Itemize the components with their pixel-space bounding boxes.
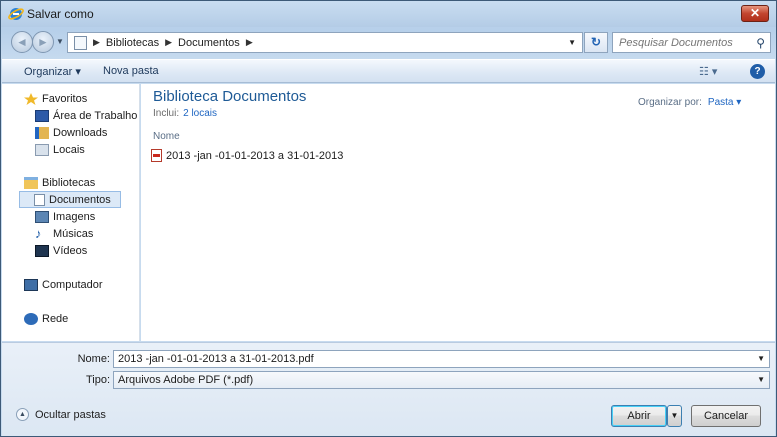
title-bar: Salvar como ✕	[1, 1, 776, 27]
address-dropdown-icon[interactable]: ▼	[568, 38, 576, 47]
search-input[interactable]	[617, 33, 747, 52]
places-icon	[35, 143, 49, 156]
column-header-name[interactable]: Nome	[153, 131, 180, 142]
file-type-value: Arquivos Adobe PDF (*.pdf)	[118, 374, 254, 386]
sidebar-item-music[interactable]: ♪ Músicas	[35, 225, 139, 242]
window-title: Salvar como	[27, 7, 94, 21]
navigation-bar: ◄ ► ▼ ▶ Bibliotecas ▶ Documentos ▶ ▼ ↻ ⚲	[1, 29, 776, 55]
sidebar-item-desktop[interactable]: Área de Trabalho	[35, 107, 139, 124]
refresh-button[interactable]: ↻	[584, 32, 608, 53]
file-name-value: 2013 -jan -01-01-2013 a 31-01-2013.pdf	[118, 353, 314, 365]
internet-explorer-icon	[8, 8, 24, 20]
desktop-icon	[35, 109, 49, 122]
file-name-label: Nome:	[77, 353, 110, 365]
address-bar[interactable]: ▶ Bibliotecas ▶ Documentos ▶ ▼	[67, 32, 583, 53]
sidebar-item-computer[interactable]: Computador	[24, 276, 139, 293]
includes-label: Inclui:	[153, 108, 180, 119]
sidebar-label: Computador	[42, 278, 103, 291]
breadcrumb-separator-icon[interactable]: ▶	[246, 37, 253, 48]
sidebar-label: Rede	[42, 312, 69, 325]
sidebar-item-network[interactable]: Rede	[24, 310, 139, 327]
recent-pages-chevron-icon[interactable]: ▼	[56, 37, 64, 46]
downloads-folder-icon	[35, 126, 49, 139]
navigation-pane: Favoritos Área de Trabalho Downloads Loc…	[2, 84, 140, 341]
sidebar-item-downloads[interactable]: Downloads	[35, 124, 139, 141]
sidebar-item-places[interactable]: Locais	[35, 141, 139, 158]
document-library-icon	[34, 193, 45, 206]
sidebar-label: Músicas	[53, 227, 94, 240]
file-type-select[interactable]: Arquivos Adobe PDF (*.pdf) ▼	[113, 371, 770, 389]
sidebar-item-videos[interactable]: Vídeos	[35, 242, 139, 259]
music-note-icon: ♪	[35, 225, 42, 241]
file-type-label: Tipo:	[85, 374, 110, 386]
sidebar-label: Imagens	[53, 210, 96, 223]
open-options-dropdown-button[interactable]: ▼	[667, 405, 682, 427]
file-name-field[interactable]: 2013 -jan -01-01-2013 a 31-01-2013.pdf ▼	[113, 350, 770, 368]
file-list-pane: Biblioteca Documentos Inclui: 2 locais Or…	[141, 84, 775, 341]
network-icon	[24, 312, 38, 325]
file-name: 2013 -jan -01-01-2013 a 31-01-2013	[166, 149, 344, 162]
library-includes: Inclui: 2 locais	[153, 108, 217, 119]
sidebar-label: Vídeos	[53, 244, 88, 257]
image-library-icon	[35, 210, 49, 223]
document-icon	[74, 35, 87, 50]
help-icon[interactable]: ?	[750, 64, 765, 79]
search-icon[interactable]: ⚲	[756, 36, 765, 50]
sidebar-label: Downloads	[53, 126, 108, 139]
star-icon	[24, 92, 38, 105]
back-button[interactable]: ◄	[11, 31, 33, 53]
sidebar-label: Bibliotecas	[42, 176, 96, 189]
chevron-up-icon: ▲	[16, 408, 29, 421]
libraries-folder-icon	[24, 176, 38, 189]
breadcrumb-documents[interactable]: Documentos	[178, 37, 240, 49]
sidebar-item-libraries[interactable]: Bibliotecas	[24, 174, 139, 191]
computer-icon	[24, 278, 38, 291]
file-name-dropdown-icon[interactable]: ▼	[757, 351, 765, 367]
breadcrumb-separator-icon[interactable]: ▶	[93, 37, 100, 48]
command-bar: Organizar ▾ Nova pasta ☷ ▾ ?	[2, 59, 775, 83]
sidebar-item-images[interactable]: Imagens	[35, 208, 139, 225]
hide-folders-toggle[interactable]: ▲ Ocultar pastas	[16, 408, 106, 421]
sidebar-label: Documentos	[49, 193, 111, 206]
forward-button[interactable]: ►	[32, 31, 54, 53]
library-title: Biblioteca Documentos	[153, 88, 307, 105]
change-view-button[interactable]: ☷ ▾	[699, 65, 717, 78]
save-options-panel: Nome: 2013 -jan -01-01-2013 a 31-01-2013…	[2, 342, 775, 436]
organize-menu-button[interactable]: Organizar ▾	[24, 65, 81, 78]
arrange-by-label: Organizar por:	[638, 97, 702, 108]
sidebar-item-documents[interactable]: Documentos	[19, 191, 121, 208]
arrange-by: Organizar por: Pasta ▾	[638, 97, 741, 108]
search-box[interactable]: ⚲	[612, 32, 771, 53]
includes-locations-link[interactable]: 2 locais	[183, 108, 217, 119]
cancel-button[interactable]: Cancelar	[691, 405, 761, 427]
open-button[interactable]: Abrir	[611, 405, 667, 427]
sidebar-item-favorites[interactable]: Favoritos	[24, 90, 134, 107]
video-library-icon	[35, 244, 49, 257]
close-button[interactable]: ✕	[741, 5, 769, 22]
breadcrumb-libraries[interactable]: Bibliotecas	[106, 37, 159, 49]
hide-folders-label: Ocultar pastas	[35, 408, 106, 421]
sidebar-label: Favoritos	[42, 92, 88, 105]
breadcrumb-separator-icon[interactable]: ▶	[165, 37, 172, 48]
sidebar-label: Área de Trabalho	[53, 109, 138, 122]
sidebar-label: Locais	[53, 143, 85, 156]
new-folder-button[interactable]: Nova pasta	[103, 65, 159, 77]
file-item[interactable]: 2013 -jan -01-01-2013 a 31-01-2013	[151, 149, 343, 162]
pdf-file-icon	[151, 149, 162, 162]
arrange-by-dropdown[interactable]: Pasta ▾	[708, 97, 741, 108]
file-type-dropdown-icon[interactable]: ▼	[757, 372, 765, 388]
save-as-dialog: Salvar como ✕ ◄ ► ▼ ▶ Bibliotecas ▶ Docu…	[0, 0, 777, 437]
